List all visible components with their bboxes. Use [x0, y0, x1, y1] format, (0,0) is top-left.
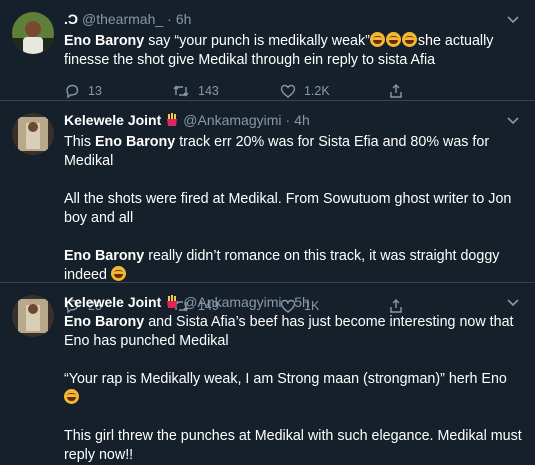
tweet-paragraph: This girl threw the punches at Medikal w… — [64, 427, 523, 465]
timeline: .Ɔ @thearmah_ · 6h Eno Barony say “your … — [0, 0, 535, 465]
chevron-down-icon[interactable] — [505, 294, 521, 310]
mention-text[interactable]: Eno Barony — [64, 314, 144, 330]
tweet-paragraph: Eno Barony and Sista Afia’s beef has jus… — [64, 313, 523, 351]
retweet-button[interactable]: 143 — [172, 83, 280, 99]
reply-count: 13 — [88, 84, 102, 98]
tweet-header: .Ɔ @thearmah_ · 6h — [64, 10, 523, 28]
avatar[interactable] — [12, 295, 54, 337]
tweet-text-segment: say “your punch is medikally weak” — [144, 33, 370, 49]
retweet-count: 143 — [198, 84, 219, 98]
tweet-text: Eno Barony say “your punch is medikally … — [64, 32, 523, 70]
tweet-header: Kelewele Joint @Ankamagyimi · 4h — [64, 111, 523, 129]
separator-dot: · — [285, 112, 291, 128]
tweet-text-segment: This — [64, 134, 95, 150]
avatar[interactable] — [12, 12, 54, 54]
tweet-paragraph: All the shots were fired at Medikal. Fro… — [64, 190, 523, 228]
share-button[interactable] — [388, 83, 496, 99]
tweet-paragraph: Eno Barony say “your punch is medikally … — [64, 32, 523, 70]
joy-emoji-icon — [64, 389, 79, 404]
timestamp[interactable]: 6h — [176, 10, 192, 28]
tweet-text: Eno Barony and Sista Afia’s beef has jus… — [64, 313, 523, 465]
joy-emoji-icon — [110, 266, 126, 281]
avatar[interactable] — [12, 113, 54, 155]
mention-text[interactable]: Eno Barony — [64, 248, 144, 264]
share-icon — [390, 84, 402, 98]
tweet-text-segment: All the shots were fired at Medikal. Fro… — [64, 191, 512, 226]
timestamp[interactable]: 4h — [294, 111, 310, 129]
retweet-icon — [173, 85, 189, 97]
tweet-text: This Eno Barony track err 20% was for Si… — [64, 133, 523, 285]
tweet-paragraph: This Eno Barony track err 20% was for Si… — [64, 133, 523, 171]
tweet-header: Kelewele Joint @Ankamagyimi · 5h — [64, 293, 523, 311]
fries-emoji-icon — [165, 113, 179, 127]
tweet-text-segment: This girl threw the punches at Medikal w… — [64, 428, 522, 463]
like-count: 1.2K — [304, 84, 330, 98]
mention-text[interactable]: Eno Barony — [95, 134, 175, 150]
reply-icon — [66, 84, 79, 99]
tweet[interactable]: .Ɔ @thearmah_ · 6h Eno Barony say “your … — [0, 0, 535, 101]
chevron-down-icon[interactable] — [505, 112, 521, 128]
display-name[interactable]: Kelewele Joint — [64, 111, 161, 129]
username[interactable]: @thearmah_ — [82, 10, 163, 28]
separator-dot: · — [167, 11, 172, 27]
chevron-down-icon[interactable] — [505, 11, 521, 27]
tweet[interactable]: Kelewele Joint @Ankamagyimi · 4h This En… — [0, 101, 535, 314]
tweet-text-segment: “Your rap is Medikally weak, I am Strong… — [64, 371, 507, 387]
separator-dot: · — [285, 294, 291, 310]
username[interactable]: @Ankamagyimi — [183, 111, 281, 129]
heart-icon — [280, 84, 296, 98]
like-button[interactable]: 1.2K — [280, 83, 388, 99]
fries-emoji-icon — [165, 295, 179, 309]
display-name[interactable]: Kelewele Joint — [64, 293, 161, 311]
tweet-paragraph: “Your rap is Medikally weak, I am Strong… — [64, 370, 523, 408]
reply-button[interactable]: 13 — [64, 83, 172, 99]
joy-emoji-icon — [401, 32, 417, 47]
joy-emoji-icon — [385, 32, 401, 47]
mention-text[interactable]: Eno Barony — [64, 33, 144, 49]
display-name[interactable]: .Ɔ — [64, 10, 78, 28]
username[interactable]: @Ankamagyimi — [183, 293, 281, 311]
timestamp[interactable]: 5h — [294, 293, 310, 311]
tweet-paragraph: Eno Barony really didn’t romance on this… — [64, 247, 523, 285]
joy-emoji-icon — [369, 32, 385, 47]
